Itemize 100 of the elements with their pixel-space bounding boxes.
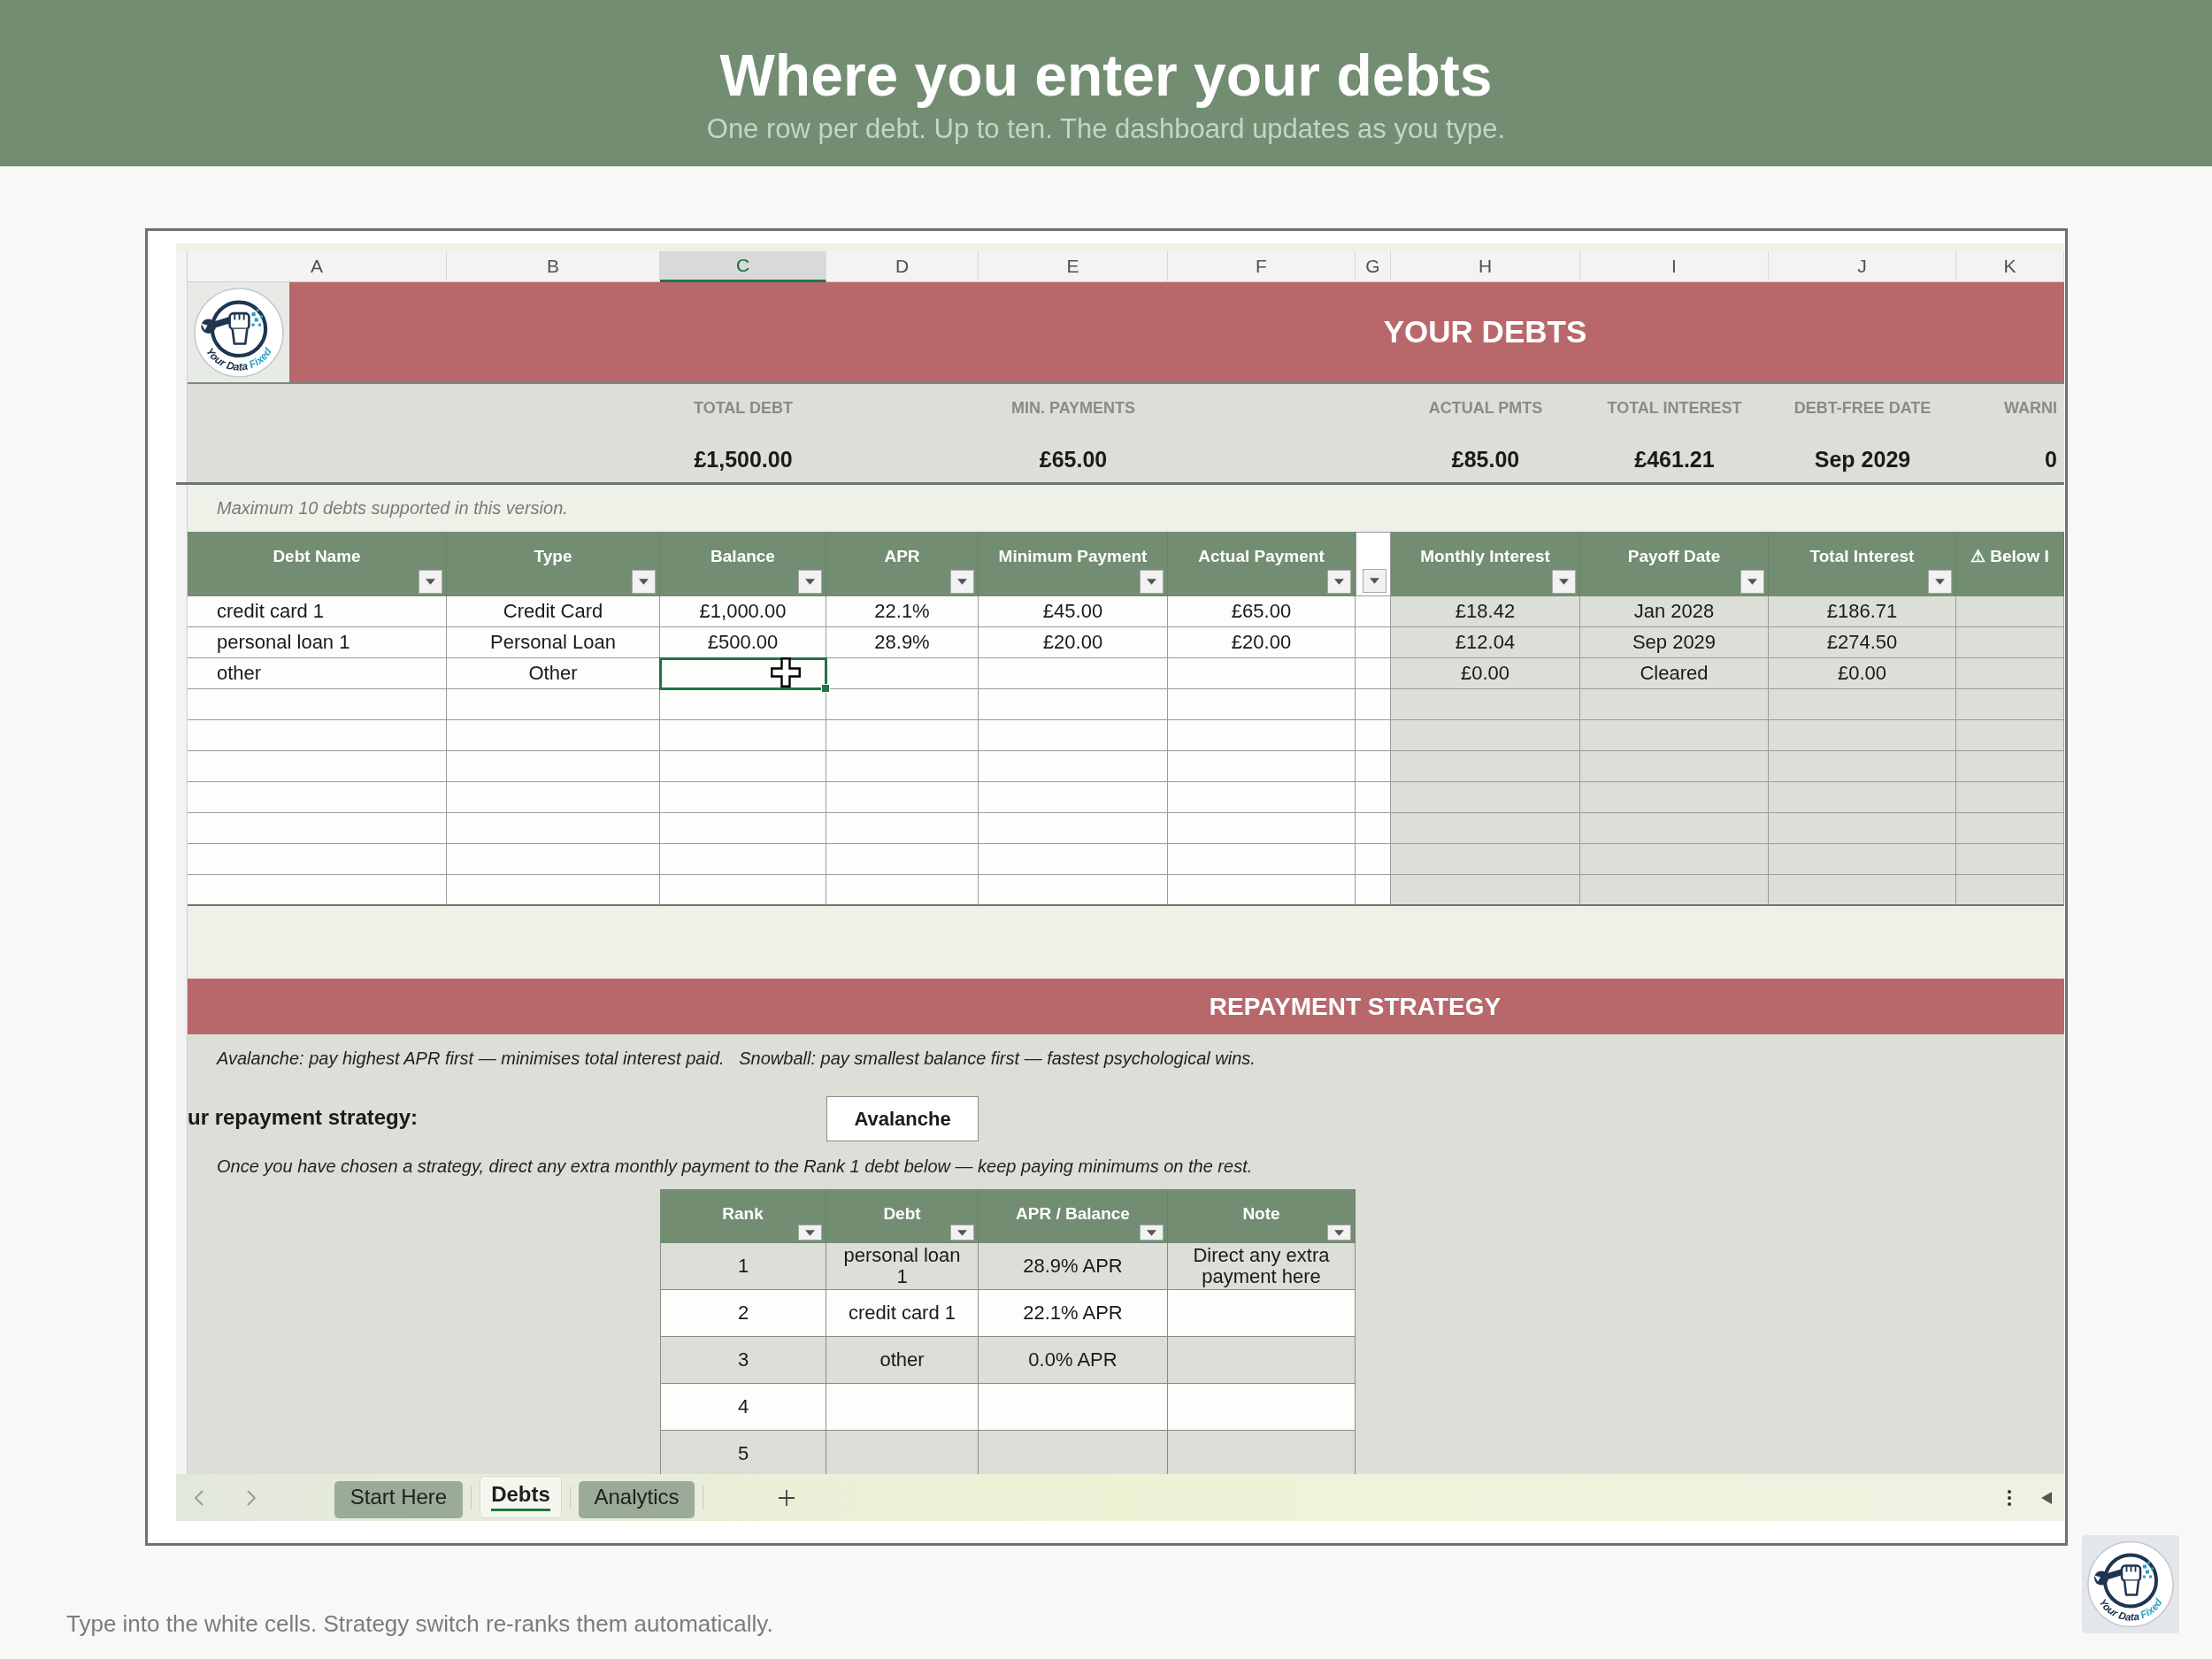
- strategy-dropdown[interactable]: Avalanche: [826, 1096, 979, 1141]
- input-cell[interactable]: [1168, 751, 1356, 782]
- input-cell[interactable]: [1356, 720, 1391, 751]
- column-header[interactable]: C: [660, 251, 826, 282]
- filter-button[interactable]: [1363, 569, 1386, 593]
- column-header[interactable]: A: [188, 251, 447, 282]
- filter-button[interactable]: [798, 1225, 822, 1240]
- input-cell[interactable]: [447, 720, 660, 751]
- chevron-right-icon[interactable]: [246, 1488, 257, 1507]
- input-cell[interactable]: [660, 813, 826, 844]
- input-cell[interactable]: £45.00: [979, 596, 1168, 627]
- input-cell[interactable]: £65.00: [1168, 596, 1356, 627]
- input-cell[interactable]: [826, 751, 979, 782]
- input-cell[interactable]: [447, 844, 660, 875]
- column-header[interactable]: K: [1956, 251, 2064, 282]
- input-cell[interactable]: [826, 844, 979, 875]
- input-cell[interactable]: [660, 875, 826, 906]
- input-cell[interactable]: [826, 720, 979, 751]
- input-cell[interactable]: [979, 844, 1168, 875]
- row-header[interactable]: [176, 485, 188, 532]
- column-header[interactable]: B: [447, 251, 660, 282]
- filter-button[interactable]: [950, 570, 974, 594]
- column-header[interactable]: I: [1580, 251, 1769, 282]
- filter-button[interactable]: [798, 570, 822, 594]
- input-cell[interactable]: [979, 689, 1168, 720]
- filter-button[interactable]: [419, 570, 442, 594]
- column-header[interactable]: J: [1769, 251, 1956, 282]
- input-cell[interactable]: credit card 1: [188, 596, 447, 627]
- column-header[interactable]: G: [1356, 251, 1391, 282]
- input-cell[interactable]: [1356, 875, 1391, 906]
- sheet-tab[interactable]: Start Here: [334, 1480, 463, 1518]
- filter-button[interactable]: [1327, 1225, 1351, 1240]
- input-cell[interactable]: [1168, 875, 1356, 906]
- input-cell[interactable]: [826, 689, 979, 720]
- input-cell[interactable]: personal loan 1: [188, 627, 447, 658]
- input-cell[interactable]: [188, 813, 447, 844]
- input-cell[interactable]: [1356, 813, 1391, 844]
- input-cell[interactable]: [826, 782, 979, 813]
- input-cell[interactable]: £20.00: [1168, 627, 1356, 658]
- column-header[interactable]: H: [1391, 251, 1580, 282]
- input-cell[interactable]: [188, 782, 447, 813]
- input-cell[interactable]: [826, 875, 979, 906]
- column-header[interactable]: D: [826, 251, 979, 282]
- input-cell[interactable]: [1168, 782, 1356, 813]
- input-cell[interactable]: [1356, 782, 1391, 813]
- row-header[interactable]: [176, 1034, 188, 1474]
- input-cell[interactable]: 22.1%: [826, 596, 979, 627]
- fill-handle[interactable]: [821, 684, 830, 693]
- input-cell[interactable]: [979, 720, 1168, 751]
- column-header[interactable]: E: [979, 251, 1168, 282]
- input-cell[interactable]: [660, 751, 826, 782]
- input-cell[interactable]: [1168, 689, 1356, 720]
- input-cell[interactable]: [447, 751, 660, 782]
- input-cell[interactable]: [447, 782, 660, 813]
- filter-button[interactable]: [632, 570, 656, 594]
- filter-button[interactable]: [1140, 1225, 1164, 1240]
- input-cell[interactable]: Personal Loan: [447, 627, 660, 658]
- input-cell[interactable]: [979, 782, 1168, 813]
- input-cell[interactable]: [979, 813, 1168, 844]
- input-cell[interactable]: [188, 844, 447, 875]
- input-cell[interactable]: [660, 844, 826, 875]
- input-cell[interactable]: £1,000.00: [660, 596, 826, 627]
- input-cell[interactable]: Credit Card: [447, 596, 660, 627]
- input-cell[interactable]: £500.00: [660, 627, 826, 658]
- input-cell[interactable]: [826, 658, 979, 689]
- input-cell[interactable]: [1356, 844, 1391, 875]
- sheet-tab[interactable]: Debts: [480, 1475, 562, 1518]
- input-cell[interactable]: £20.00: [979, 627, 1168, 658]
- row-header[interactable]: [176, 384, 188, 482]
- input-cell[interactable]: [188, 720, 447, 751]
- input-cell[interactable]: [1356, 596, 1391, 627]
- input-cell[interactable]: [979, 875, 1168, 906]
- input-cell[interactable]: [1168, 813, 1356, 844]
- input-cell[interactable]: [1356, 627, 1391, 658]
- chevron-left-icon[interactable]: [194, 1488, 204, 1507]
- input-cell[interactable]: [1356, 689, 1391, 720]
- input-cell[interactable]: [1356, 751, 1391, 782]
- input-cell[interactable]: 28.9%: [826, 627, 979, 658]
- input-cell[interactable]: [447, 813, 660, 844]
- input-cell[interactable]: [188, 751, 447, 782]
- input-cell[interactable]: [979, 658, 1168, 689]
- input-cell[interactable]: [1168, 844, 1356, 875]
- input-cell[interactable]: [660, 720, 826, 751]
- column-header[interactable]: F: [1168, 251, 1356, 282]
- filter-button[interactable]: [1740, 570, 1764, 594]
- filter-button[interactable]: [1140, 570, 1164, 594]
- input-cell[interactable]: [188, 875, 447, 906]
- input-cell[interactable]: [979, 751, 1168, 782]
- more-icon[interactable]: [2007, 1487, 2012, 1508]
- input-cell[interactable]: other: [188, 658, 447, 689]
- input-cell[interactable]: [1168, 720, 1356, 751]
- filter-button[interactable]: [1928, 570, 1952, 594]
- row-header[interactable]: [176, 251, 188, 282]
- input-cell[interactable]: Other: [447, 658, 660, 689]
- sheet-tab[interactable]: Analytics: [579, 1480, 695, 1518]
- triangle-left-icon[interactable]: [2040, 1490, 2053, 1505]
- plus-icon[interactable]: [778, 1488, 795, 1507]
- input-cell[interactable]: [1356, 658, 1391, 689]
- filter-button[interactable]: [950, 1225, 974, 1240]
- input-cell[interactable]: [188, 689, 447, 720]
